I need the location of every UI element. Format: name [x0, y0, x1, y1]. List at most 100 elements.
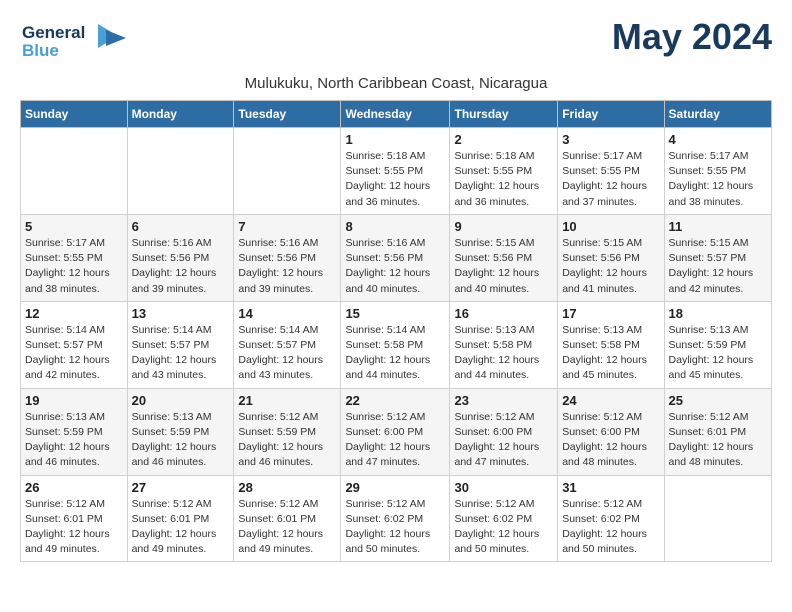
- table-cell: 11 Sunrise: 5:15 AM Sunset: 5:57 PM Dayli…: [664, 214, 771, 301]
- calendar-title: May 2024: [612, 16, 772, 58]
- day-number: 23: [454, 393, 553, 408]
- week-row-2: 5Sunrise: 5:17 AM Sunset: 5:55 PM Daylig…: [21, 214, 772, 301]
- day-info: Sunrise: 5:14 AM Sunset: 5:57 PM Dayligh…: [132, 323, 230, 384]
- table-cell: 18 Sunrise: 5:13 AM Sunset: 5:59 PM Dayli…: [664, 301, 771, 388]
- day-number: 24: [562, 393, 659, 408]
- table-cell: 6 Sunrise: 5:16 AM Sunset: 5:56 PM Daylig…: [127, 214, 234, 301]
- header: General Blue May 2024: [20, 16, 772, 71]
- day-number: 3: [562, 132, 659, 147]
- header-friday: Friday: [558, 101, 664, 128]
- day-info: Sunrise: 5:18 AM Sunset: 5:55 PM Dayligh…: [454, 149, 553, 210]
- day-number: 7: [238, 219, 336, 234]
- day-info: Sunrise: 5:12 AM Sunset: 6:00 PM Dayligh…: [454, 410, 553, 471]
- day-info: Sunrise: 5:16 AM Sunset: 5:56 PM Dayligh…: [238, 236, 336, 297]
- day-info: Sunrise: 5:12 AM Sunset: 6:00 PM Dayligh…: [345, 410, 445, 471]
- table-cell: 19 Sunrise: 5:13 AM Sunset: 5:59 PM Dayli…: [21, 388, 128, 475]
- header-sunday: Sunday: [21, 101, 128, 128]
- day-number: 9: [454, 219, 553, 234]
- svg-text:General: General: [22, 23, 85, 42]
- table-cell: 31Sunrise: 5:12 AM Sunset: 6:02 PM Dayli…: [558, 475, 664, 562]
- day-info: Sunrise: 5:15 AM Sunset: 5:56 PM Dayligh…: [454, 236, 553, 297]
- table-cell: [234, 128, 341, 215]
- day-number: 26: [25, 480, 123, 495]
- title-area: May 2024: [612, 16, 772, 58]
- week-row-4: 19 Sunrise: 5:13 AM Sunset: 5:59 PM Dayli…: [21, 388, 772, 475]
- week-row-1: 1 Sunrise: 5:18 AM Sunset: 5:55 PM Daylig…: [21, 128, 772, 215]
- header-tuesday: Tuesday: [234, 101, 341, 128]
- day-info: Sunrise: 5:15 AM Sunset: 5:57 PM Dayligh…: [669, 236, 767, 297]
- header-saturday: Saturday: [664, 101, 771, 128]
- page-container: General Blue May 2024 Mulukuku, North Ca…: [0, 0, 792, 578]
- calendar-table: Sunday Monday Tuesday Wednesday Thursday…: [20, 100, 772, 562]
- table-cell: [664, 475, 771, 562]
- table-cell: 30 Sunrise: 5:12 AM Sunset: 6:02 PM Dayli…: [450, 475, 558, 562]
- table-cell: 24Sunrise: 5:12 AM Sunset: 6:00 PM Dayli…: [558, 388, 664, 475]
- day-info: Sunrise: 5:17 AM Sunset: 5:55 PM Dayligh…: [25, 236, 123, 297]
- day-number: 12: [25, 306, 123, 321]
- table-cell: 16Sunrise: 5:13 AM Sunset: 5:58 PM Dayli…: [450, 301, 558, 388]
- weekday-header-row: Sunday Monday Tuesday Wednesday Thursday…: [21, 101, 772, 128]
- table-cell: 7 Sunrise: 5:16 AM Sunset: 5:56 PM Daylig…: [234, 214, 341, 301]
- day-info: Sunrise: 5:12 AM Sunset: 6:01 PM Dayligh…: [25, 497, 123, 558]
- logo: General Blue: [20, 16, 130, 71]
- day-number: 6: [132, 219, 230, 234]
- day-info: Sunrise: 5:13 AM Sunset: 5:59 PM Dayligh…: [669, 323, 767, 384]
- day-info: Sunrise: 5:13 AM Sunset: 5:59 PM Dayligh…: [25, 410, 123, 471]
- table-cell: 27Sunrise: 5:12 AM Sunset: 6:01 PM Dayli…: [127, 475, 234, 562]
- day-number: 19: [25, 393, 123, 408]
- day-info: Sunrise: 5:14 AM Sunset: 5:57 PM Dayligh…: [25, 323, 123, 384]
- table-cell: 14 Sunrise: 5:14 AM Sunset: 5:57 PM Dayli…: [234, 301, 341, 388]
- day-info: Sunrise: 5:14 AM Sunset: 5:58 PM Dayligh…: [345, 323, 445, 384]
- table-cell: 1 Sunrise: 5:18 AM Sunset: 5:55 PM Daylig…: [341, 128, 450, 215]
- day-number: 13: [132, 306, 230, 321]
- day-number: 10: [562, 219, 659, 234]
- day-info: Sunrise: 5:12 AM Sunset: 6:01 PM Dayligh…: [132, 497, 230, 558]
- table-cell: 28Sunrise: 5:12 AM Sunset: 6:01 PM Dayli…: [234, 475, 341, 562]
- week-row-5: 26 Sunrise: 5:12 AM Sunset: 6:01 PM Dayli…: [21, 475, 772, 562]
- calendar-subtitle: Mulukuku, North Caribbean Coast, Nicarag…: [20, 75, 772, 92]
- day-number: 28: [238, 480, 336, 495]
- table-cell: 13 Sunrise: 5:14 AM Sunset: 5:57 PM Dayli…: [127, 301, 234, 388]
- day-info: Sunrise: 5:12 AM Sunset: 6:02 PM Dayligh…: [562, 497, 659, 558]
- day-info: Sunrise: 5:15 AM Sunset: 5:56 PM Dayligh…: [562, 236, 659, 297]
- svg-text:Blue: Blue: [22, 41, 59, 60]
- day-number: 1: [345, 132, 445, 147]
- header-thursday: Thursday: [450, 101, 558, 128]
- day-info: Sunrise: 5:17 AM Sunset: 5:55 PM Dayligh…: [562, 149, 659, 210]
- day-info: Sunrise: 5:18 AM Sunset: 5:55 PM Dayligh…: [345, 149, 445, 210]
- table-cell: 29Sunrise: 5:12 AM Sunset: 6:02 PM Dayli…: [341, 475, 450, 562]
- table-cell: 20Sunrise: 5:13 AM Sunset: 5:59 PM Dayli…: [127, 388, 234, 475]
- day-number: 4: [669, 132, 767, 147]
- day-number: 21: [238, 393, 336, 408]
- day-number: 8: [345, 219, 445, 234]
- day-info: Sunrise: 5:12 AM Sunset: 5:59 PM Dayligh…: [238, 410, 336, 471]
- table-cell: 4Sunrise: 5:17 AM Sunset: 5:55 PM Daylig…: [664, 128, 771, 215]
- day-info: Sunrise: 5:12 AM Sunset: 6:02 PM Dayligh…: [454, 497, 553, 558]
- table-cell: 5Sunrise: 5:17 AM Sunset: 5:55 PM Daylig…: [21, 214, 128, 301]
- day-info: Sunrise: 5:14 AM Sunset: 5:57 PM Dayligh…: [238, 323, 336, 384]
- table-cell: 25Sunrise: 5:12 AM Sunset: 6:01 PM Dayli…: [664, 388, 771, 475]
- table-cell: [127, 128, 234, 215]
- week-row-3: 12 Sunrise: 5:14 AM Sunset: 5:57 PM Dayli…: [21, 301, 772, 388]
- day-number: 22: [345, 393, 445, 408]
- day-number: 30: [454, 480, 553, 495]
- table-cell: [21, 128, 128, 215]
- table-cell: 21 Sunrise: 5:12 AM Sunset: 5:59 PM Dayli…: [234, 388, 341, 475]
- table-cell: 3 Sunrise: 5:17 AM Sunset: 5:55 PM Daylig…: [558, 128, 664, 215]
- day-info: Sunrise: 5:16 AM Sunset: 5:56 PM Dayligh…: [132, 236, 230, 297]
- table-cell: 9 Sunrise: 5:15 AM Sunset: 5:56 PM Daylig…: [450, 214, 558, 301]
- day-number: 17: [562, 306, 659, 321]
- day-number: 14: [238, 306, 336, 321]
- day-info: Sunrise: 5:13 AM Sunset: 5:59 PM Dayligh…: [132, 410, 230, 471]
- day-info: Sunrise: 5:16 AM Sunset: 5:56 PM Dayligh…: [345, 236, 445, 297]
- day-number: 11: [669, 219, 767, 234]
- day-info: Sunrise: 5:13 AM Sunset: 5:58 PM Dayligh…: [454, 323, 553, 384]
- day-number: 15: [345, 306, 445, 321]
- header-monday: Monday: [127, 101, 234, 128]
- day-number: 18: [669, 306, 767, 321]
- table-cell: 15 Sunrise: 5:14 AM Sunset: 5:58 PM Dayli…: [341, 301, 450, 388]
- day-number: 25: [669, 393, 767, 408]
- table-cell: 8 Sunrise: 5:16 AM Sunset: 5:56 PM Daylig…: [341, 214, 450, 301]
- table-cell: 17 Sunrise: 5:13 AM Sunset: 5:58 PM Dayli…: [558, 301, 664, 388]
- day-info: Sunrise: 5:13 AM Sunset: 5:58 PM Dayligh…: [562, 323, 659, 384]
